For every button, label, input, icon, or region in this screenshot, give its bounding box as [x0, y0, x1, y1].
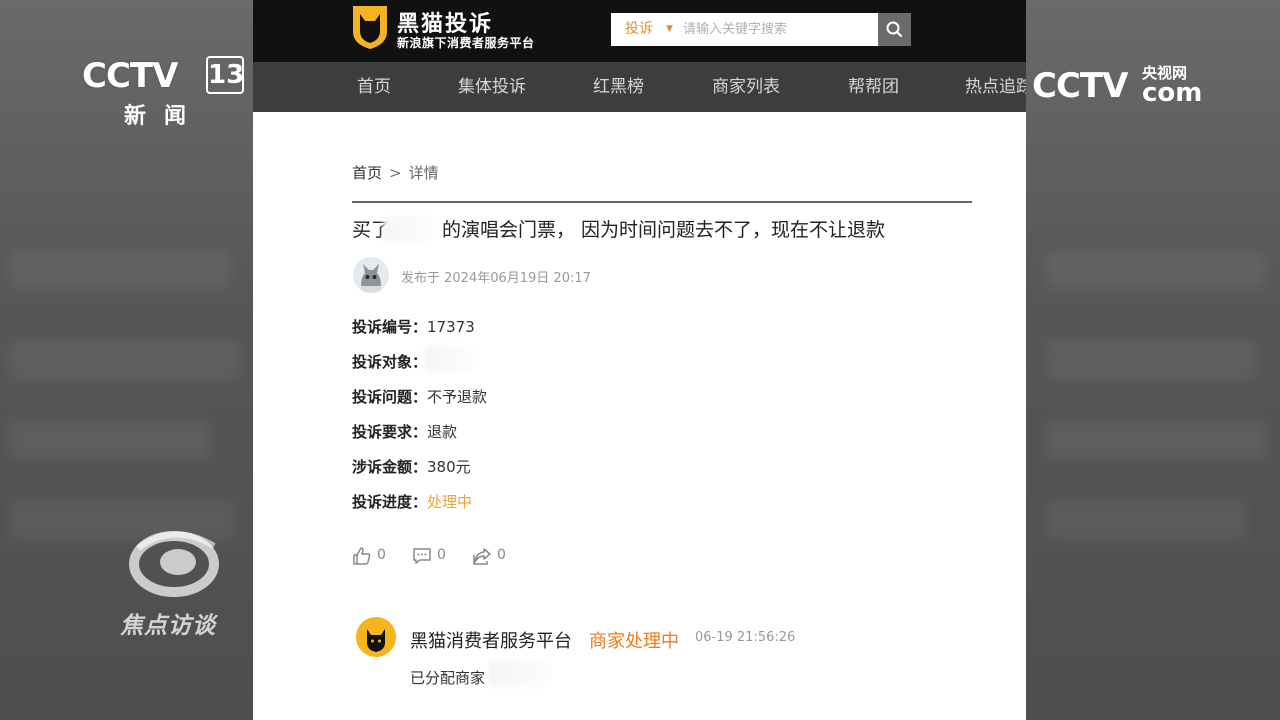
field-label: 投诉问题： [352, 388, 428, 406]
search-type-select[interactable]: 投诉 [625, 13, 653, 46]
avatar[interactable] [356, 617, 396, 657]
field-value: 380元 [427, 458, 471, 476]
nav-item-home[interactable]: 首页 [357, 62, 391, 112]
site-header: 黑猫投诉 新浪旗下消费者服务平台 投诉 ▼ [253, 0, 1026, 62]
title-redaction [383, 216, 433, 242]
program-watermark: 焦点访谈 [118, 528, 230, 639]
field-label: 投诉进度： [352, 493, 428, 511]
complaint-page: 黑猫投诉 新浪旗下消费者服务平台 投诉 ▼ 首页 集体投诉 红黑榜 商家列表 帮… [253, 0, 1026, 720]
field-complaint-progress: 投诉进度：处理中 [352, 491, 472, 513]
background-right [1026, 0, 1280, 720]
nav-item-merchant-list[interactable]: 商家列表 [712, 62, 780, 112]
field-complaint-request: 投诉要求：退款 [352, 421, 457, 443]
reply-author: 黑猫消费者服务平台 [410, 631, 572, 652]
status-badge: 处理中 [427, 493, 473, 511]
program-name: 焦点访谈 [120, 613, 216, 639]
cctv-com-logo: CCTV 央视网 com [1032, 58, 1202, 108]
reply-message: 已分配商家 [410, 669, 486, 687]
breadcrumb-current: 详情 [408, 164, 439, 182]
search-button[interactable] [878, 13, 911, 46]
channel-name: 新闻 [124, 104, 205, 129]
breadcrumb-home[interactable]: 首页 [352, 164, 382, 182]
site-com: com [1142, 78, 1203, 108]
search-input[interactable] [683, 19, 873, 40]
channel-number: 13 [206, 56, 244, 94]
channel-mark: CCTV [82, 56, 178, 96]
share-icon [473, 548, 491, 565]
field-label: 投诉要求： [352, 423, 428, 441]
post-timestamp: 发布于 2024年06月19日 20:17 [401, 271, 591, 286]
avatar[interactable] [353, 257, 389, 293]
field-label: 投诉编号： [352, 318, 428, 336]
share-count: 0 [497, 547, 506, 563]
cat-avatar-icon [353, 257, 389, 293]
main-nav: 首页 集体投诉 红黑榜 商家列表 帮帮团 热点追踪 [253, 62, 1026, 112]
black-cat-shield-icon [353, 6, 387, 49]
nav-item-hot-tracking[interactable]: 热点追踪 [965, 62, 1026, 112]
site-logo[interactable]: 黑猫投诉 新浪旗下消费者服务平台 [351, 4, 566, 54]
like-count: 0 [377, 547, 386, 563]
site-slogan: 新浪旗下消费者服务平台 [397, 36, 535, 50]
field-value: 不予退款 [427, 388, 488, 406]
field-complaint-target: 投诉对象： [352, 351, 427, 373]
reply-status-badge: 商家处理中 [589, 631, 679, 652]
field-label: 涉诉金额： [352, 458, 428, 476]
comment-count: 0 [437, 547, 446, 563]
comment-icon [413, 548, 431, 564]
field-complaint-amount: 涉诉金额：380元 [352, 456, 471, 478]
site-mark: CCTV [1032, 66, 1128, 106]
title-divider [352, 201, 972, 203]
black-cat-icon [356, 617, 396, 657]
search-icon [886, 21, 903, 38]
cctv13-channel-logo: CCTV 13 新闻 [82, 54, 244, 129]
field-value: 17373 [427, 318, 475, 336]
target-redaction [425, 346, 473, 372]
program-swirl-icon [129, 531, 219, 597]
merchant-redaction [489, 661, 551, 687]
search-bar: 投诉 ▼ [611, 13, 911, 46]
field-label: 投诉对象： [352, 353, 428, 371]
field-complaint-issue: 投诉问题：不予退款 [352, 386, 487, 408]
chevron-down-icon[interactable]: ▼ [666, 13, 673, 46]
nav-item-group-complaints[interactable]: 集体投诉 [458, 62, 526, 112]
breadcrumb: 首页 > 详情 [352, 162, 439, 183]
field-complaint-id: 投诉编号：17373 [352, 316, 475, 338]
thumbs-up-icon [353, 547, 371, 565]
nav-item-help-group[interactable]: 帮帮团 [848, 62, 899, 112]
reply-timestamp: 06-19 21:56:26 [695, 630, 796, 645]
nav-item-red-black-list[interactable]: 红黑榜 [593, 62, 644, 112]
field-value: 退款 [427, 423, 458, 441]
title-suffix: 的演唱会门票， 因为时间问题去不了，现在不让退款 [442, 219, 886, 241]
breadcrumb-separator: > [389, 164, 402, 182]
